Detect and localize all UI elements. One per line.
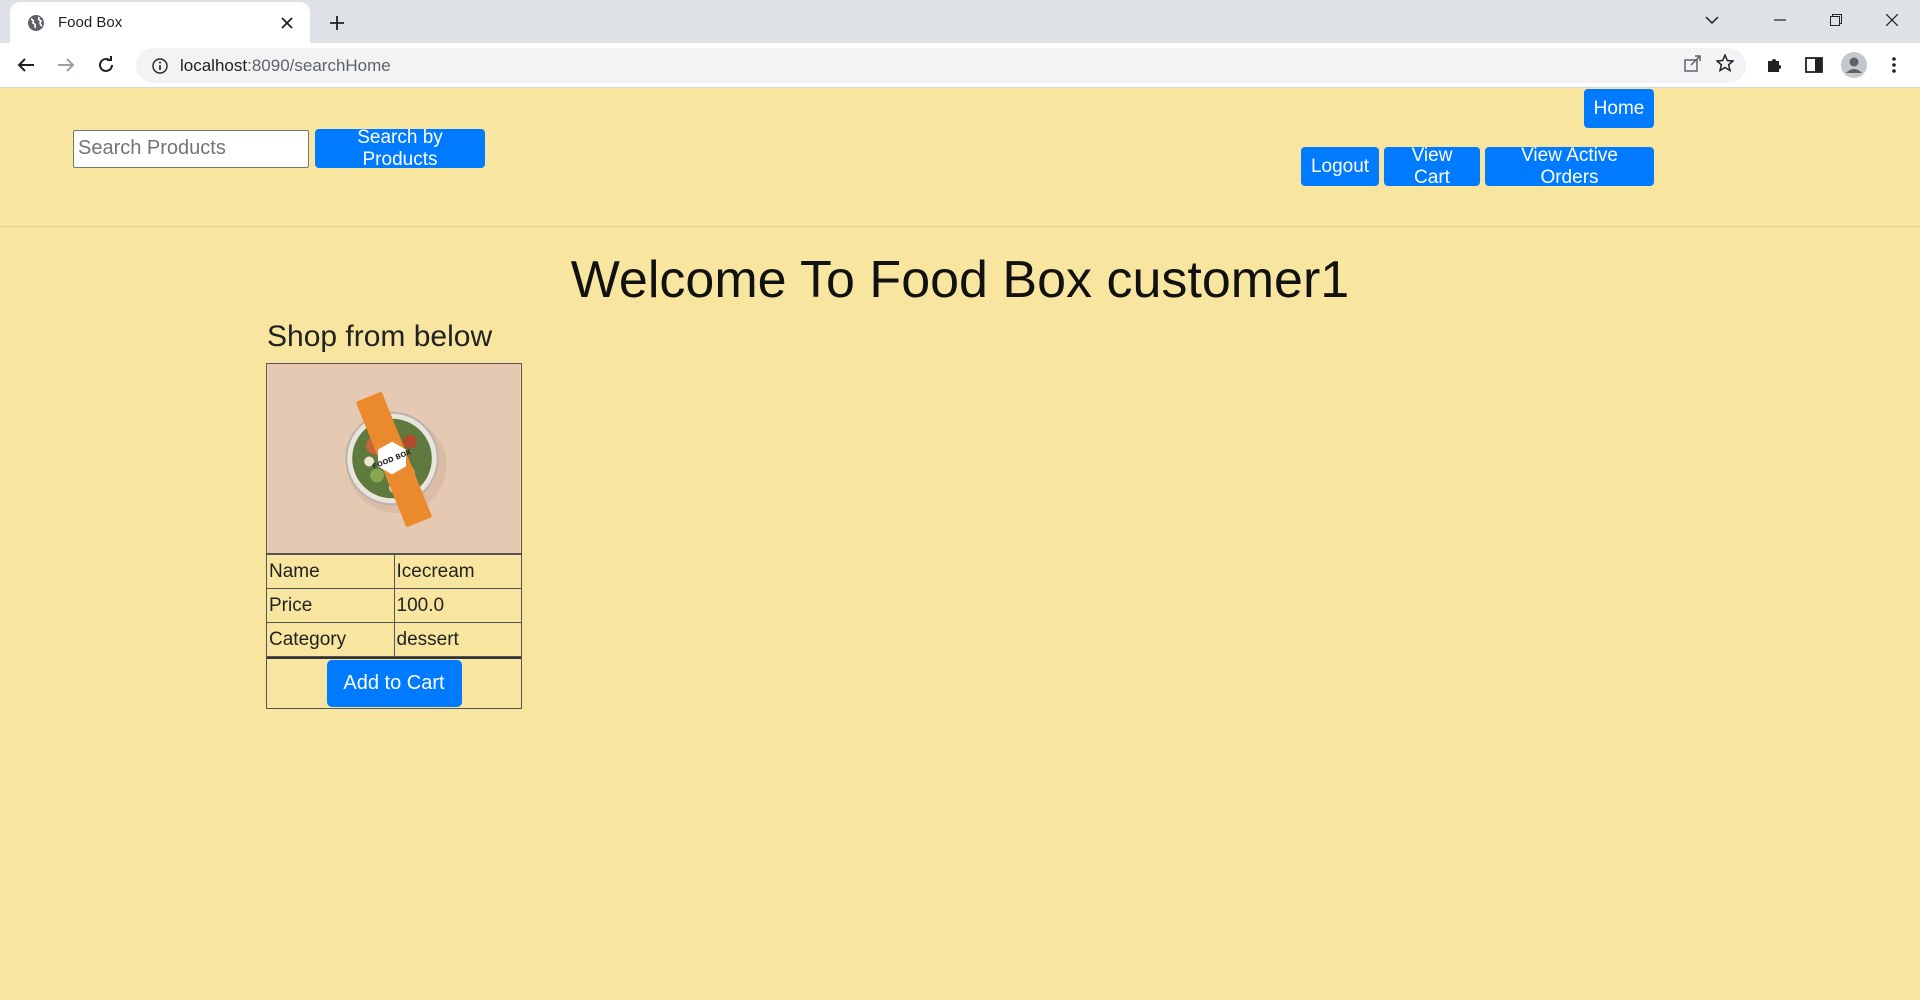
detail-label: Name (267, 554, 395, 589)
back-arrow-icon[interactable] (8, 47, 44, 83)
view-cart-button[interactable]: View Cart (1384, 145, 1480, 188)
url-host: localhost (180, 55, 248, 75)
search-form: Search by Products (73, 127, 485, 170)
close-window-icon[interactable] (1864, 0, 1920, 40)
logout-button[interactable]: Logout (1301, 147, 1379, 186)
bookmark-star-icon[interactable] (1715, 53, 1735, 77)
window-controls (1752, 0, 1920, 40)
globe-icon (26, 13, 46, 33)
view-active-orders-button[interactable]: View Active Orders (1485, 145, 1654, 188)
omnibox-actions (1684, 48, 1735, 83)
detail-label: Category (267, 622, 395, 657)
detail-row: Price 100.0 (267, 588, 521, 623)
add-to-cart-button[interactable]: Add to Cart (326, 660, 462, 707)
search-input[interactable] (73, 129, 309, 168)
profile-avatar-icon[interactable] (1834, 47, 1874, 83)
browser-toolbar: localhost:8090/searchHome (0, 43, 1920, 88)
product-card: FOOD BOX Name Icecream Price 100.0 Category d… (266, 363, 522, 709)
shop-heading: Shop from below (267, 320, 493, 353)
forward-arrow-icon[interactable] (48, 47, 84, 83)
add-to-cart-row: Add to Cart (267, 657, 521, 708)
product-image: FOOD BOX (267, 364, 521, 554)
user-actions: Logout View Cart View Active Orders (1301, 145, 1654, 188)
restore-icon[interactable] (1808, 0, 1864, 40)
browser-tab[interactable]: Food Box (10, 2, 310, 43)
page-content: Home Search by Products Logout View Cart… (0, 88, 1920, 1000)
extensions-puzzle-icon[interactable] (1754, 47, 1794, 83)
new-tab-icon[interactable] (322, 8, 352, 38)
tab-search-chevron-icon[interactable] (1696, 4, 1728, 36)
url-path: :8090/searchHome (247, 55, 391, 75)
detail-row: Name Icecream (267, 554, 521, 589)
home-button[interactable]: Home (1584, 89, 1654, 128)
detail-value: Icecream (393, 554, 521, 589)
detail-row: Category dessert (267, 622, 521, 657)
address-bar[interactable]: localhost:8090/searchHome (136, 48, 1746, 83)
site-info-icon[interactable] (140, 57, 180, 74)
toolbar-right (1754, 47, 1914, 83)
welcome-heading: Welcome To Food Box customer1 (570, 251, 1350, 309)
browser-tabstrip: Food Box (0, 0, 1920, 43)
menu-kebab-icon[interactable] (1874, 47, 1914, 83)
tab-title: Food Box (58, 14, 123, 31)
close-tab-icon[interactable] (276, 12, 298, 34)
minimize-icon[interactable] (1752, 0, 1808, 40)
side-panel-icon[interactable] (1794, 47, 1834, 83)
share-icon[interactable] (1684, 54, 1702, 77)
product-details-table: Name Icecream Price 100.0 Category dessert (267, 554, 521, 657)
url-text: localhost:8090/searchHome (180, 56, 391, 76)
search-button[interactable]: Search by Products (315, 127, 485, 170)
detail-value: dessert (393, 622, 521, 657)
reload-icon[interactable] (88, 47, 124, 83)
detail-label: Price (267, 588, 395, 623)
header-divider (0, 226, 1920, 227)
detail-value: 100.0 (393, 588, 521, 623)
